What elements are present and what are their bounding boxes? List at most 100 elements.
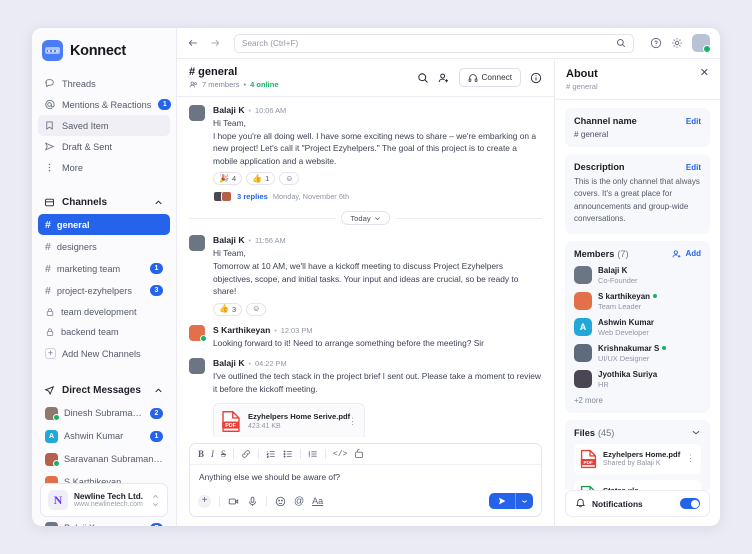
sidebar-item-mentions[interactable]: Mentions & Reactions 1: [38, 94, 172, 115]
dm-item-ashwin-kumar[interactable]: A Ashwin Kumar 1: [38, 425, 170, 447]
mic-icon[interactable]: [247, 496, 258, 507]
file-row[interactable]: XLS States.xls Shared by S karthikeyan ⋮: [574, 479, 701, 490]
send-button[interactable]: [489, 493, 515, 509]
separator: •: [248, 108, 251, 115]
channel-label: backend team: [61, 326, 119, 337]
workspace-switcher[interactable]: [151, 493, 160, 508]
hash-icon: #: [45, 262, 51, 275]
add-new-channels-button[interactable]: + Add New Channels: [38, 344, 170, 363]
search-icon[interactable]: [616, 38, 626, 48]
add-emoji-icon[interactable]: ☺: [246, 302, 267, 316]
emoji-icon[interactable]: [275, 496, 286, 507]
sidebar-item-channel-backend-team[interactable]: backend team: [38, 322, 170, 341]
help-circle-icon[interactable]: [650, 37, 662, 49]
gear-icon[interactable]: [671, 37, 683, 49]
member-row[interactable]: Balaji K Co-Founder: [574, 266, 701, 285]
card-title: Description: [574, 162, 625, 172]
kebab-menu-icon[interactable]: ⋮: [348, 416, 357, 426]
sidebar-item-channel-project-ezyhelpers[interactable]: # project-ezyhelpers 3: [38, 280, 170, 301]
edit-channel-name-link[interactable]: Edit: [686, 117, 701, 126]
add-attachment-button[interactable]: +: [198, 494, 211, 508]
member-count: (7): [617, 248, 629, 259]
reaction-pill[interactable]: 👍 3: [213, 302, 243, 316]
channels-section-header[interactable]: Channels: [32, 194, 176, 213]
sidebar-item-label: Threads: [62, 78, 96, 89]
sidebar-item-channel-general[interactable]: # general: [38, 214, 170, 235]
sidebar-item-more[interactable]: More: [38, 157, 170, 178]
blockquote-icon[interactable]: [308, 449, 318, 459]
attachment-card[interactable]: PDF Ezyhelpers Home Serive.pdf 423.41 KB…: [213, 402, 365, 437]
bold-button[interactable]: B: [198, 449, 204, 459]
close-icon[interactable]: ✕: [700, 68, 709, 79]
dm-section-header[interactable]: Direct Messages: [32, 382, 176, 401]
arrow-left-icon[interactable]: [187, 37, 199, 49]
hash-icon: #: [45, 284, 51, 297]
reaction-pill[interactable]: 🎉 4: [213, 172, 243, 186]
search-input[interactable]: [242, 38, 616, 48]
reaction-pill[interactable]: 👍 1: [246, 172, 276, 186]
sidebar-item-threads[interactable]: Threads: [38, 73, 170, 94]
dm-label: Dinesh Subramanian: [64, 408, 144, 418]
day-divider-pill[interactable]: Today: [341, 211, 390, 226]
bullet-list-icon[interactable]: [283, 449, 293, 459]
message-timestamp: 11:56 AM: [254, 236, 286, 246]
message-input[interactable]: Anything else we should be aware of?: [190, 465, 541, 489]
member-row[interactable]: Jyothika Suriya HR: [574, 370, 701, 389]
kebab-menu-icon[interactable]: ⋮: [686, 454, 695, 463]
notifications-row[interactable]: Notifications: [565, 490, 710, 517]
separator: •: [243, 80, 247, 89]
notifications-toggle[interactable]: [680, 498, 700, 509]
member-name: Balaji K: [598, 265, 628, 275]
dm-item-balaji-k[interactable]: Balaji K 7: [38, 517, 170, 526]
italic-button[interactable]: I: [211, 449, 214, 459]
send-options-button[interactable]: [516, 493, 533, 509]
send-icon: [44, 142, 55, 151]
member-row[interactable]: Krishnakumar S UI/UX Designer: [574, 344, 701, 363]
chevron-down-icon[interactable]: [691, 429, 701, 436]
dm-item-saravanan-subramanian[interactable]: Saravanan Subramanian: [38, 448, 170, 470]
chevron-up-icon[interactable]: [153, 385, 164, 396]
sidebar-item-channel-team-development[interactable]: team development: [38, 302, 170, 321]
code-button[interactable]: </>: [333, 450, 347, 459]
ordered-list-icon[interactable]: [266, 449, 276, 459]
strikethrough-button[interactable]: S: [221, 449, 226, 459]
thread-date: Monday, November 6th: [272, 192, 350, 202]
member-row[interactable]: A Ashwin Kumar Web Developer: [574, 318, 701, 337]
add-person-icon[interactable]: [438, 72, 450, 84]
add-member-button[interactable]: Add: [672, 249, 701, 259]
message: Balaji K • 04:22 PM I've outlined the te…: [189, 358, 542, 437]
members-more-link[interactable]: +2 more: [574, 396, 701, 405]
thread-summary[interactable]: 3 replies Monday, November 6th: [213, 191, 542, 203]
chevron-up-icon: [152, 494, 159, 498]
edit-description-link[interactable]: Edit: [686, 163, 701, 172]
sidebar-item-saved[interactable]: Saved Item: [38, 115, 170, 136]
info-circle-icon[interactable]: [530, 72, 542, 84]
member-role: HR: [598, 379, 609, 389]
workspace-card[interactable]: N Newline Tech Ltd. www.newlinetech.com: [40, 483, 168, 517]
message-author: S Karthikeyan: [213, 324, 271, 335]
sidebar-item-drafts[interactable]: Draft & Sent: [38, 136, 170, 157]
video-icon[interactable]: [228, 496, 239, 507]
file-row[interactable]: PDF Ezyhelpers Home.pdf Shared by Balaji…: [574, 443, 701, 474]
sidebar-item-channel-designers[interactable]: # designers: [38, 236, 170, 257]
link-icon[interactable]: [241, 449, 251, 459]
mention-button[interactable]: @: [294, 496, 304, 507]
member-row[interactable]: S karthikeyan Team Leader: [574, 292, 701, 311]
chevron-up-icon[interactable]: [153, 197, 164, 208]
code-block-icon[interactable]: [354, 449, 364, 459]
dm-item-dinesh-subramanian[interactable]: Dinesh Subramanian 2: [38, 402, 170, 424]
user-avatar[interactable]: [692, 34, 711, 53]
sidebar-item-channel-marketing-team[interactable]: # marketing team 1: [38, 258, 170, 279]
app-window: Konnect Threads Mentions & Reactions 1 S…: [32, 28, 720, 526]
arrow-right-icon[interactable]: [209, 37, 221, 49]
reaction-bar: 👍 3 ☺: [213, 302, 542, 316]
thread-replies-link[interactable]: 3 replies: [237, 192, 268, 201]
add-member-label: Add: [685, 249, 701, 259]
search-icon[interactable]: [417, 72, 429, 84]
composer-wrapper: B I S </> Anything else we should be awa…: [177, 437, 554, 526]
top-bar: [177, 28, 720, 59]
search-box[interactable]: [234, 33, 634, 53]
add-emoji-icon[interactable]: ☺: [279, 172, 300, 186]
connect-button[interactable]: Connect: [458, 68, 521, 87]
text-format-button[interactable]: Aa: [312, 496, 323, 506]
